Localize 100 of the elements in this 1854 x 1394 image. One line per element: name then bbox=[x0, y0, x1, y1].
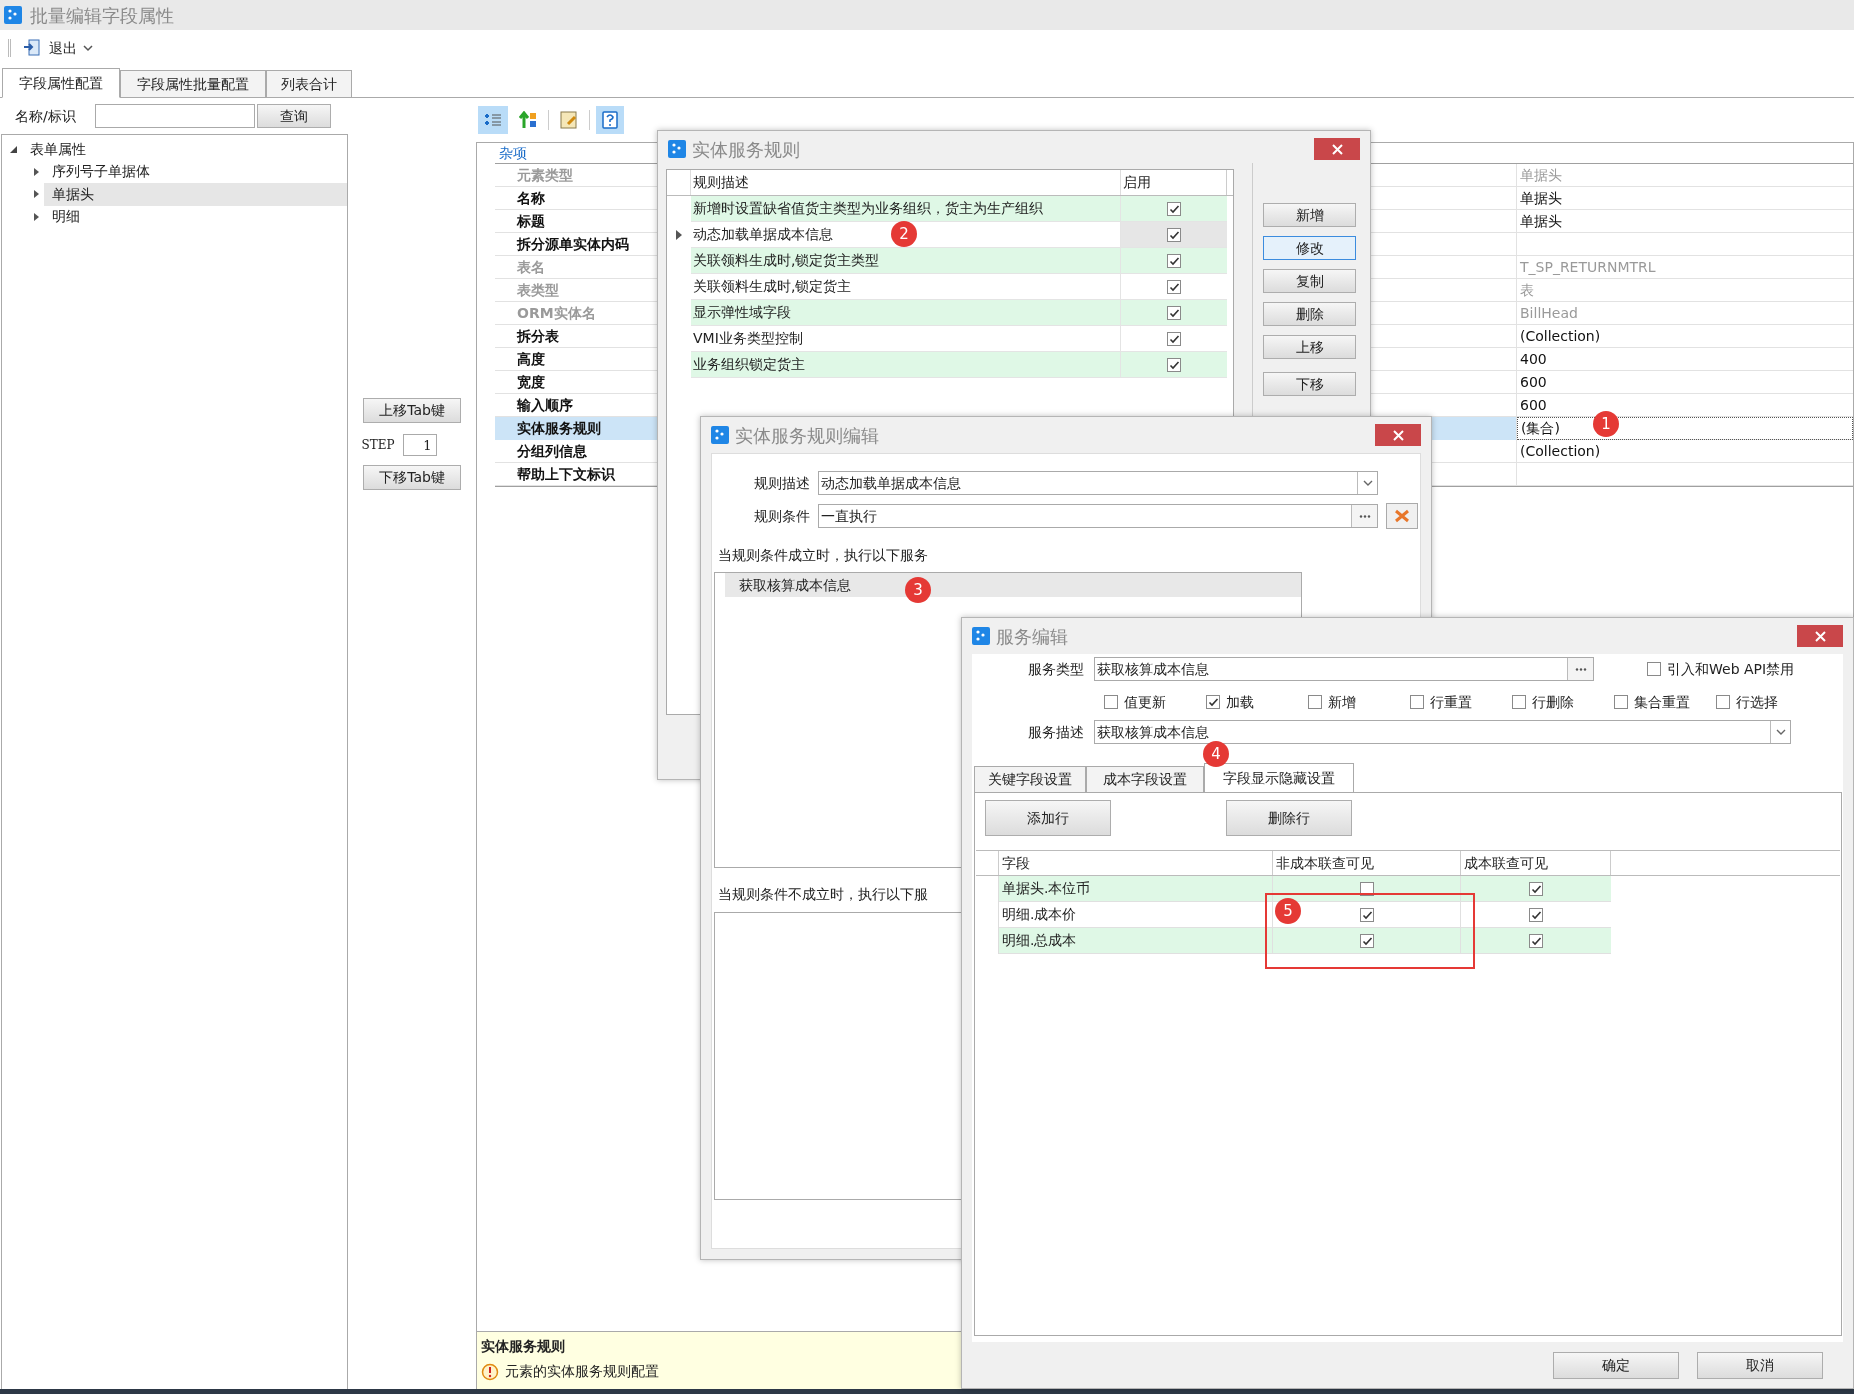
close-button[interactable] bbox=[1375, 424, 1421, 446]
checkbox-label: 行重置 bbox=[1430, 692, 1472, 712]
exit-button[interactable]: 退出 bbox=[17, 35, 99, 61]
checkbox[interactable] bbox=[1167, 253, 1181, 268]
step-label: STEP bbox=[361, 437, 395, 454]
chevron-down-icon bbox=[1362, 479, 1373, 487]
service-type-field[interactable]: 获取核算成本信息 bbox=[1094, 657, 1594, 681]
rule-button[interactable]: 删除 bbox=[1263, 302, 1356, 326]
app-icon bbox=[4, 6, 22, 24]
caret-icon bbox=[83, 44, 93, 52]
rule-button[interactable]: 上移 bbox=[1263, 335, 1356, 359]
categorized-view-button[interactable] bbox=[478, 106, 508, 134]
exit-icon bbox=[23, 39, 43, 57]
checkbox[interactable] bbox=[1614, 695, 1628, 709]
property-value[interactable]: 单据头 bbox=[1517, 187, 1853, 209]
search-field[interactable] bbox=[95, 104, 255, 128]
checkbox[interactable] bbox=[1529, 933, 1543, 948]
service-description-combobox[interactable]: 获取核算成本信息 bbox=[1094, 720, 1791, 744]
tab[interactable]: 字段属性配置 bbox=[2, 68, 120, 98]
rule-description-cell: 显示弹性域字段 bbox=[691, 300, 1121, 326]
rule-button[interactable]: 修改 bbox=[1263, 236, 1356, 260]
checkbox[interactable] bbox=[1359, 933, 1374, 948]
tab[interactable]: 成本字段设置 bbox=[1086, 766, 1204, 793]
step-field[interactable]: 1 bbox=[402, 434, 437, 456]
field-label: 服务描述 bbox=[1027, 722, 1084, 742]
checkbox[interactable] bbox=[1529, 907, 1543, 922]
info-icon bbox=[481, 1362, 499, 1381]
checkbox[interactable] bbox=[1647, 662, 1661, 676]
checkbox[interactable] bbox=[1167, 227, 1181, 242]
delete-row-button[interactable]: 删除行 bbox=[1226, 800, 1352, 836]
move-down-button[interactable]: 下移Tab键 bbox=[363, 465, 461, 490]
clear-icon bbox=[1394, 509, 1410, 523]
tree-item[interactable]: 表单属性 bbox=[22, 138, 347, 161]
cancel-button[interactable]: 取消 bbox=[1697, 1351, 1823, 1379]
column-header: 非成本联查可见 bbox=[1273, 851, 1461, 875]
column-header: 字段 bbox=[999, 851, 1273, 875]
tree-item[interactable]: 序列号子单据体 bbox=[44, 160, 347, 183]
tree-item[interactable]: 单据头 bbox=[44, 183, 347, 206]
checkbox[interactable] bbox=[1716, 695, 1730, 709]
tab[interactable]: 列表合计 bbox=[266, 70, 352, 98]
checkbox[interactable] bbox=[1308, 695, 1322, 709]
app-icon bbox=[711, 426, 729, 444]
checkbox[interactable] bbox=[1359, 907, 1374, 922]
tree-item[interactable]: 明细 bbox=[44, 205, 347, 228]
query-button[interactable]: 查询 bbox=[257, 104, 331, 128]
field-name-cell: 明细.成本价 bbox=[999, 902, 1273, 928]
property-value[interactable]: 600 bbox=[1517, 371, 1853, 393]
category-label: 杂项 bbox=[499, 143, 527, 163]
rule-button[interactable]: 复制 bbox=[1263, 269, 1356, 293]
section-label: 当规则条件不成立时，执行以下服 bbox=[718, 885, 928, 904]
rule-condition-field[interactable]: 一直执行 bbox=[818, 504, 1378, 528]
checkbox[interactable] bbox=[1410, 695, 1424, 709]
checkbox[interactable] bbox=[1529, 881, 1543, 896]
property-value[interactable]: (Collection) bbox=[1517, 325, 1853, 347]
field-name-cell: 单据头.本位币 bbox=[999, 876, 1273, 902]
property-value[interactable]: 单据头 bbox=[1517, 210, 1853, 232]
help-button[interactable] bbox=[596, 106, 624, 134]
help-icon bbox=[601, 111, 619, 129]
property-value[interactable]: 400 bbox=[1517, 348, 1853, 370]
checkbox[interactable] bbox=[1167, 201, 1181, 216]
move-up-button[interactable]: 上移Tab键 bbox=[363, 398, 461, 423]
dialog-title: 实体服务规则 bbox=[692, 137, 801, 162]
checkbox-label: 引入和Web API禁用 bbox=[1667, 659, 1795, 679]
list-icon bbox=[484, 112, 502, 128]
ellipsis-button[interactable] bbox=[1351, 505, 1377, 527]
checkbox[interactable] bbox=[1206, 695, 1220, 709]
tab[interactable]: 字段显示隐藏设置 bbox=[1204, 763, 1354, 793]
ok-button[interactable]: 确定 bbox=[1553, 1351, 1679, 1379]
checkbox[interactable] bbox=[1512, 695, 1526, 709]
app-icon bbox=[972, 627, 990, 645]
checkbox[interactable] bbox=[1167, 357, 1181, 372]
clear-button[interactable] bbox=[1386, 503, 1418, 529]
dialog-title: 实体服务规则编辑 bbox=[735, 423, 880, 448]
tab[interactable]: 字段属性批量配置 bbox=[120, 70, 266, 98]
field-name-cell: 明细.总成本 bbox=[999, 928, 1273, 954]
tab[interactable]: 关键字段设置 bbox=[974, 766, 1086, 793]
property-value[interactable]: (Collection) bbox=[1517, 440, 1853, 462]
column-header: 成本联查可见 bbox=[1461, 851, 1611, 875]
add-row-button[interactable]: 添加行 bbox=[985, 800, 1111, 836]
description-text: 元素的实体服务规则配置 bbox=[505, 1362, 659, 1381]
rule-button[interactable]: 新增 bbox=[1263, 203, 1356, 227]
search-label: 名称/标识 bbox=[15, 106, 77, 126]
close-button[interactable] bbox=[1797, 625, 1843, 647]
chevron-down-icon bbox=[1775, 728, 1786, 736]
checkbox[interactable] bbox=[1167, 305, 1181, 320]
field-label: 服务类型 bbox=[1027, 659, 1084, 679]
column-header: 规则描述 bbox=[691, 170, 1121, 195]
callout-badge: 1 bbox=[1593, 411, 1619, 437]
rule-button[interactable]: 下移 bbox=[1263, 372, 1356, 396]
field-label: 规则描述 bbox=[753, 473, 810, 493]
column-header: 启用 bbox=[1121, 170, 1227, 195]
checkbox[interactable] bbox=[1167, 279, 1181, 294]
section-label: 当规则条件成立时，执行以下服务 bbox=[718, 546, 928, 565]
ellipsis-button[interactable] bbox=[1567, 658, 1593, 680]
checkbox[interactable] bbox=[1104, 695, 1118, 709]
rule-description-combobox[interactable]: 动态加载单据成本信息 bbox=[818, 471, 1378, 495]
checkbox[interactable] bbox=[1167, 331, 1181, 346]
close-button[interactable] bbox=[1314, 138, 1360, 160]
field-label: 规则条件 bbox=[753, 506, 810, 526]
page-key-icon bbox=[560, 111, 578, 129]
